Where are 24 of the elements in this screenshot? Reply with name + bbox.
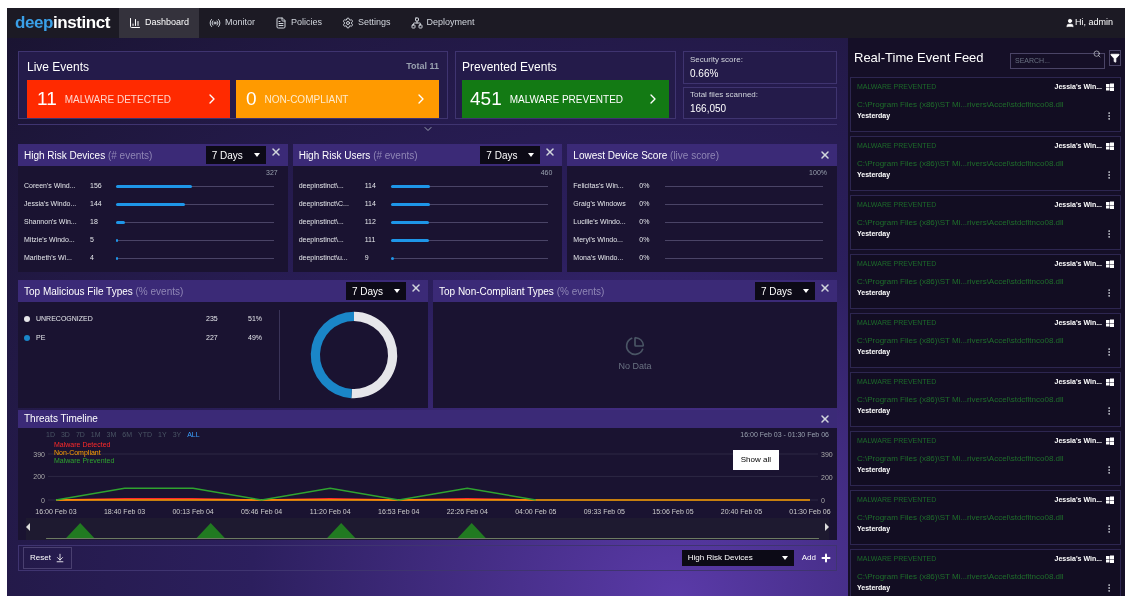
file-path: C:\Program Files (x86)\ST Mi...rivers\Accel\stdcfltnco08.dll — [857, 157, 1065, 170]
file-path: C:\Program Files (x86)\ST Mi...rivers\Accel\stdcfltnco08.dll — [857, 98, 1065, 111]
file-path: C:\Program Files (x86)\ST Mi...rivers\Accel\stdcfltnco08.dll — [857, 334, 1065, 347]
stat-label: Total files scanned: — [690, 89, 760, 102]
panel-title: Prevented Events — [462, 59, 558, 76]
file-path: C:\Program Files (x86)\ST Mi...rivers\Accel\stdcfltnco08.dll — [857, 511, 1065, 524]
file-path: C:\Program Files (x86)\ST Mi...rivers\Accel\stdcfltnco08.dll — [857, 216, 1065, 229]
stat-label: Security score: — [690, 53, 744, 66]
stat-value: 0.66% — [690, 66, 720, 81]
feed-title: Real-Time Event Feed — [854, 49, 984, 68]
file-path: C:\Program Files (x86)\ST Mi...rivers\Accel\stdcfltnco08.dll — [857, 275, 1065, 288]
file-path: C:\Program Files (x86)\ST Mi...rivers\Accel\stdcfltnco08.dll — [857, 570, 1065, 583]
panel-title: Lowest Device Score (live score) — [573, 148, 719, 163]
empty-message: No Data — [618, 360, 652, 374]
panel-title: Threats Timeline — [24, 412, 98, 427]
panel-title: High Risk Users (# events) — [298, 148, 418, 163]
panel-title: Top Malicious File Types (% events) — [24, 284, 184, 299]
panel-title: Top Non-Compliant Types (% events) — [439, 284, 605, 299]
stat-value: 166,050 — [690, 102, 728, 117]
file-path: C:\Program Files (x86)\ST Mi...rivers\Accel\stdcfltnco08.dll — [857, 452, 1065, 465]
total-count: Total 11 — [406, 60, 439, 74]
panel-title: Live Events — [27, 59, 90, 76]
file-path: C:\Program Files (x86)\ST Mi...rivers\Accel\stdcfltnco08.dll — [857, 393, 1065, 406]
panel-title: High Risk Devices (# events) — [24, 148, 153, 163]
